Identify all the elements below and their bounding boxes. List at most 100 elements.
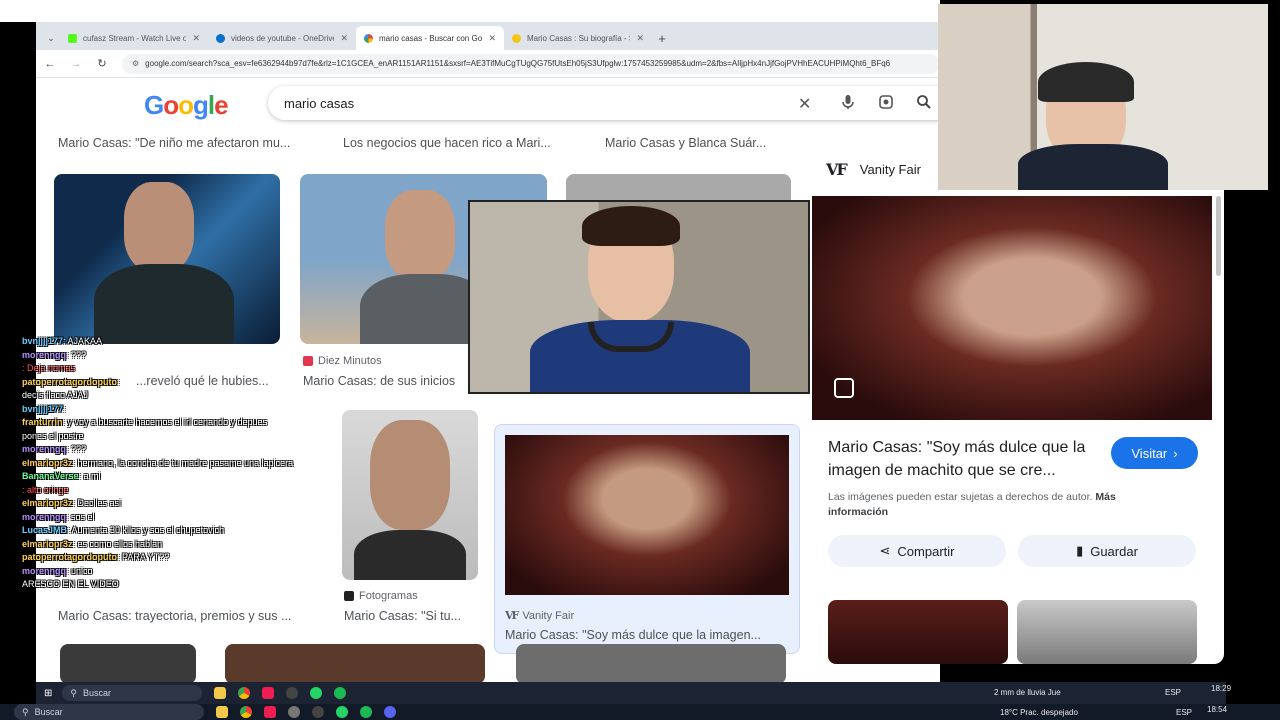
- chat-username: bvnjjjj177: [22, 403, 64, 414]
- chat-message: LucasJMB: Aumenta 30 kilos y sos el chup…: [22, 525, 224, 535]
- inner-taskbar: ⊞ ⚲ Buscar 2 mm de lluvia Jue ESP 18:29: [36, 682, 1231, 704]
- chat-username: morenngq: [22, 349, 66, 360]
- tiktok-icon[interactable]: [262, 687, 275, 699]
- save-button[interactable]: ▮ Guardar: [1018, 535, 1196, 567]
- clear-search-icon[interactable]: ✕: [798, 94, 811, 114]
- obs-icon[interactable]: [312, 706, 324, 718]
- chat-message: patoperrotagordoputo:: [22, 377, 120, 387]
- weather-text[interactable]: 18°C Prac. despejado: [1000, 708, 1078, 717]
- chevron-right-icon: ›: [1173, 445, 1178, 461]
- clock-text[interactable]: 18:29: [1211, 684, 1231, 693]
- related-image[interactable]: [828, 600, 1008, 664]
- forward-arrow-icon[interactable]: →: [70, 58, 82, 70]
- spotify-icon[interactable]: [360, 706, 372, 718]
- panel-scrollbar[interactable]: [1216, 196, 1221, 276]
- result-image[interactable]: [54, 174, 280, 344]
- language-indicator[interactable]: ESP: [1176, 708, 1192, 717]
- taskbar-search[interactable]: ⚲ Buscar: [14, 704, 204, 720]
- chat-message: morenngq: ???: [22, 350, 86, 360]
- result-caption[interactable]: Mario Casas y Blanca Suár...: [605, 136, 827, 150]
- new-tab-button[interactable]: +: [652, 26, 672, 50]
- language-indicator[interactable]: ESP: [1165, 688, 1181, 697]
- panel-source[interactable]: VF Vanity Fair: [826, 160, 921, 179]
- tab-onedrive[interactable]: videos de youtube - OneDrive ✕: [208, 26, 356, 50]
- tiktok-icon[interactable]: [264, 706, 276, 718]
- chat-message: elmariopr3z: hermano, la concha de tu ma…: [22, 458, 293, 468]
- chat-username: morenngq: [22, 444, 66, 454]
- google-favicon-icon: [364, 33, 373, 43]
- result-image[interactable]: [516, 644, 786, 682]
- google-logo[interactable]: Google: [144, 90, 229, 121]
- tab-kick[interactable]: cufasz Stream - Watch Live on K ✕: [60, 26, 208, 50]
- chat-text: : Aumenta 30 kilos y sos el chupetovich: [67, 525, 225, 535]
- chat-text: : sos el: [66, 511, 95, 522]
- lens-search-icon[interactable]: [878, 94, 894, 110]
- url-text: google.com/search?sca_esv=fe6362944b97d7…: [145, 59, 891, 68]
- related-image[interactable]: [1017, 600, 1197, 664]
- chat-message: franturrin: y voy a buscarte hacemos el …: [22, 417, 267, 427]
- close-tab-icon[interactable]: ✕: [488, 33, 496, 44]
- chat-username: patoperrotagordoputo: [22, 376, 117, 387]
- back-arrow-icon[interactable]: ←: [44, 58, 56, 70]
- chat-message: bvnjjjj177: AJAKAA: [22, 336, 102, 346]
- file-explorer-icon[interactable]: [214, 687, 227, 699]
- close-tab-icon[interactable]: ✕: [636, 33, 644, 44]
- tab-biography[interactable]: Mario Casas : Su biografía - Se ✕: [504, 26, 652, 50]
- result-caption[interactable]: Mario Casas: "Soy más dulce que la image…: [505, 628, 791, 642]
- panel-main-image[interactable]: [812, 196, 1212, 420]
- tab-title: videos de youtube - OneDrive: [231, 33, 335, 43]
- result-image[interactable]: [505, 435, 789, 595]
- tab-google-search[interactable]: mario casas - Buscar con Google ✕: [356, 26, 504, 50]
- result-caption[interactable]: Mario Casas: "De niño me afectaron mu...: [58, 136, 320, 150]
- chat-text: decís flaco AJAJ: [22, 390, 89, 400]
- whatsapp-icon[interactable]: [336, 706, 348, 718]
- whatsapp-icon[interactable]: [310, 687, 323, 699]
- vanity-fair-logo-icon: VF: [826, 160, 848, 179]
- result-card-selected[interactable]: VF Vanity Fair Mario Casas: "Soy más dul…: [494, 424, 800, 654]
- tab-strip: ⌄ cufasz Stream - Watch Live on K ✕ vide…: [36, 22, 940, 50]
- outer-taskbar: ⚲ Buscar 18°C Prac. despejado ESP 18:54: [0, 704, 1280, 720]
- windows-start-icon[interactable]: ⊞: [44, 688, 52, 699]
- search-box[interactable]: mario casas ✕: [268, 86, 940, 120]
- reload-icon[interactable]: ↻: [96, 57, 108, 70]
- person-thumbnail: [94, 264, 234, 344]
- chat-text: : Deciles asi: [72, 498, 122, 508]
- close-tab-icon[interactable]: ✕: [192, 33, 200, 44]
- chrome-icon[interactable]: [240, 706, 252, 718]
- result-image[interactable]: [60, 644, 196, 682]
- share-button[interactable]: ⋖ Compartir: [828, 535, 1006, 567]
- chat-message: decís flaco AJAJ: [22, 390, 88, 400]
- chat-username: elmariopr3z: [22, 457, 73, 468]
- chat-message: elmariopr3z: Deciles asi: [22, 498, 121, 508]
- spotify-icon[interactable]: [334, 687, 347, 699]
- result-caption[interactable]: Mario Casas: "Si tu...: [344, 609, 484, 623]
- file-explorer-icon[interactable]: [216, 706, 228, 718]
- obs-icon[interactable]: [286, 687, 299, 699]
- copyright-note: Las imágenes pueden estar sujetas a dere…: [828, 490, 1158, 520]
- clock-text[interactable]: 18:54: [1207, 705, 1227, 714]
- result-caption[interactable]: Los negocios que hacen rico a Mari...: [343, 136, 579, 150]
- result-caption[interactable]: Mario Casas: trayectoria, premios y sus …: [58, 609, 332, 623]
- url-field[interactable]: ⚙ google.com/search?sca_esv=fe6362944b97…: [122, 53, 940, 74]
- discord-icon[interactable]: [384, 706, 396, 718]
- chat-text: : alto cringe: [22, 484, 69, 495]
- close-tab-icon[interactable]: ✕: [340, 33, 348, 44]
- save-label: Guardar: [1090, 543, 1138, 559]
- voice-search-icon[interactable]: [840, 94, 856, 110]
- chrome-icon[interactable]: [238, 687, 251, 699]
- result-image[interactable]: [225, 644, 485, 682]
- panel-title[interactable]: Mario Casas: "Soy más dulce que la image…: [828, 436, 1108, 482]
- tab-title: mario casas - Buscar con Google: [379, 33, 483, 43]
- image-preview-panel: VF Vanity Fair Mario Casas: "Soy más dul…: [812, 148, 1224, 664]
- visit-button[interactable]: Visitar ›: [1111, 437, 1198, 469]
- tab-search-dropdown[interactable]: ⌄: [42, 26, 60, 50]
- taskbar-search[interactable]: ⚲ Buscar: [62, 685, 203, 701]
- search-query-text[interactable]: mario casas: [284, 96, 354, 111]
- weather-text[interactable]: 2 mm de lluvia Jue: [994, 688, 1061, 697]
- result-source[interactable]: VF Vanity Fair: [505, 609, 574, 622]
- settings-gear-icon[interactable]: [288, 706, 300, 718]
- site-info-icon[interactable]: ⚙: [132, 59, 139, 68]
- search-icon[interactable]: [916, 94, 932, 110]
- lens-icon[interactable]: [834, 378, 854, 398]
- chat-message: : alto cringe: [22, 485, 69, 495]
